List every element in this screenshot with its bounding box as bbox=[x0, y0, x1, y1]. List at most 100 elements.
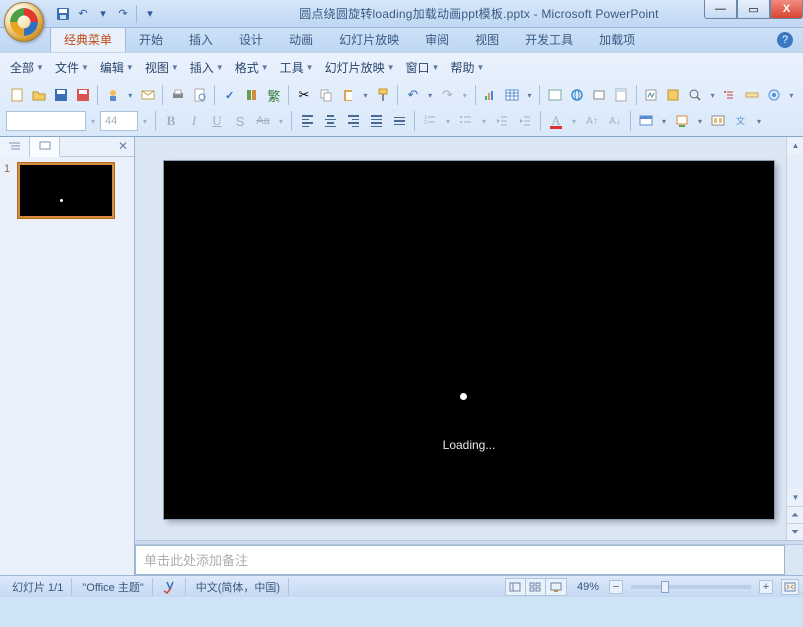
new-slide-button[interactable] bbox=[671, 110, 693, 132]
menu-window[interactable]: 窗口▼ bbox=[402, 57, 444, 78]
scroll-track[interactable] bbox=[787, 154, 803, 489]
ribbon-tab-review[interactable]: 审阅 bbox=[412, 27, 462, 52]
cut-button[interactable]: ✂ bbox=[293, 84, 314, 106]
copy-button[interactable] bbox=[315, 84, 336, 106]
undo-dropdown[interactable]: ▾ bbox=[424, 84, 436, 106]
qat-customize-dropdown[interactable]: ▾ bbox=[141, 5, 159, 23]
ribbon-tab-addins[interactable]: 加载项 bbox=[586, 27, 648, 52]
maximize-button[interactable]: ▭ bbox=[737, 0, 770, 19]
language-status[interactable]: 中文(简体，中国) bbox=[188, 578, 289, 596]
thesaurus-button[interactable]: 繁 bbox=[263, 84, 284, 106]
ribbon-tab-insert[interactable]: 插入 bbox=[176, 27, 226, 52]
menu-view[interactable]: 视图▼ bbox=[141, 57, 183, 78]
paste-dropdown[interactable]: ▾ bbox=[360, 84, 372, 106]
macros-button[interactable] bbox=[641, 84, 662, 106]
align-justify-button[interactable] bbox=[365, 110, 387, 132]
zoom-dropdown[interactable]: ▾ bbox=[707, 84, 719, 106]
print-button[interactable] bbox=[167, 84, 188, 106]
email-button[interactable] bbox=[137, 84, 158, 106]
menu-help[interactable]: 帮助▼ bbox=[446, 57, 488, 78]
menu-slideshow[interactable]: 幻灯片放映▼ bbox=[321, 57, 399, 78]
layout-button[interactable] bbox=[707, 110, 729, 132]
qat-save-button[interactable] bbox=[54, 5, 72, 23]
slide-counter[interactable]: 幻灯片 1/1 bbox=[4, 578, 72, 596]
new-button[interactable] bbox=[6, 84, 27, 106]
minimize-button[interactable]: — bbox=[704, 0, 737, 19]
close-button[interactable]: X bbox=[770, 0, 803, 19]
ribbon-tab-home[interactable]: 开始 bbox=[126, 27, 176, 52]
qat-undo-button[interactable]: ↶ bbox=[74, 5, 92, 23]
menu-all[interactable]: 全部▼ bbox=[6, 57, 48, 78]
numbering-button[interactable]: 12 bbox=[419, 110, 441, 132]
normal-view-button[interactable] bbox=[506, 579, 526, 595]
redo-button[interactable]: ↷ bbox=[437, 84, 458, 106]
slide-thumbnail[interactable]: 1 bbox=[4, 163, 130, 218]
scroll-up-button[interactable]: ▲ bbox=[787, 137, 803, 154]
ribbon-tab-view[interactable]: 视图 bbox=[462, 27, 512, 52]
table-draw-button[interactable] bbox=[544, 84, 565, 106]
char-spacing-button[interactable]: Aa bbox=[252, 110, 274, 132]
help-icon[interactable]: ? bbox=[777, 32, 793, 48]
align-right-button[interactable] bbox=[342, 110, 364, 132]
save-as-button[interactable] bbox=[72, 84, 93, 106]
zoom-percent[interactable]: 49% bbox=[569, 578, 607, 596]
prev-slide-button[interactable]: ⏶ bbox=[787, 506, 803, 523]
text-direction-button[interactable]: 文 bbox=[730, 110, 752, 132]
view-options-button[interactable] bbox=[764, 84, 785, 106]
slides-tab[interactable] bbox=[30, 137, 60, 157]
italic-button[interactable]: I bbox=[183, 110, 205, 132]
font-name-dropdown[interactable]: ▾ bbox=[87, 110, 99, 132]
print-preview-button[interactable] bbox=[189, 84, 210, 106]
scroll-down-button[interactable]: ▼ bbox=[787, 489, 803, 506]
menu-edit[interactable]: 编辑▼ bbox=[96, 57, 138, 78]
sorter-view-button[interactable] bbox=[526, 579, 546, 595]
open-button[interactable] bbox=[28, 84, 49, 106]
align-left-button[interactable] bbox=[296, 110, 318, 132]
bullets-button[interactable] bbox=[455, 110, 477, 132]
format-painter-button[interactable] bbox=[372, 84, 393, 106]
bold-button[interactable]: B bbox=[160, 110, 182, 132]
insert-table-button[interactable] bbox=[502, 84, 523, 106]
zoom-button[interactable] bbox=[685, 84, 706, 106]
insert-table-dropdown[interactable]: ▾ bbox=[524, 84, 536, 106]
zoom-out-button[interactable]: − bbox=[609, 580, 623, 594]
menu-file[interactable]: 文件▼ bbox=[51, 57, 93, 78]
office-button[interactable] bbox=[4, 2, 44, 42]
decrease-font-button[interactable]: A↓ bbox=[604, 110, 626, 132]
insert-chart-button[interactable] bbox=[480, 84, 501, 106]
font-size-dropdown[interactable]: ▾ bbox=[139, 110, 151, 132]
next-slide-button[interactable]: ⏷ bbox=[787, 523, 803, 540]
paste-button[interactable] bbox=[338, 84, 359, 106]
shadow-button[interactable]: S bbox=[229, 110, 251, 132]
increase-indent-button[interactable] bbox=[514, 110, 536, 132]
research-button[interactable] bbox=[241, 84, 262, 106]
fit-to-window-button[interactable] bbox=[781, 579, 799, 595]
font-name-combo[interactable] bbox=[6, 111, 86, 131]
zoom-slider[interactable] bbox=[631, 585, 751, 589]
vertical-scrollbar[interactable]: ▲ ▼ ⏶ ⏷ bbox=[786, 137, 803, 540]
distributed-button[interactable] bbox=[388, 110, 410, 132]
options-button[interactable] bbox=[719, 84, 740, 106]
ribbon-tab-developer[interactable]: 开发工具 bbox=[512, 27, 586, 52]
slide-canvas[interactable]: Loading... bbox=[164, 161, 774, 519]
font-color-dropdown[interactable]: ▾ bbox=[568, 110, 580, 132]
insert-header-button[interactable] bbox=[610, 84, 631, 106]
menu-format[interactable]: 格式▼ bbox=[231, 57, 273, 78]
ruler-button[interactable] bbox=[741, 84, 762, 106]
outline-tab[interactable] bbox=[0, 137, 30, 157]
ribbon-tab-classic-menu[interactable]: 经典菜单 bbox=[50, 26, 126, 52]
pane-close-button[interactable]: ✕ bbox=[112, 137, 134, 156]
permission-dropdown[interactable]: ▾ bbox=[124, 84, 136, 106]
font-size-combo[interactable]: 44 bbox=[100, 111, 138, 131]
theme-name[interactable]: "Office 主题" bbox=[74, 578, 152, 596]
underline-button[interactable]: U bbox=[206, 110, 228, 132]
insert-hyperlink-button[interactable] bbox=[566, 84, 587, 106]
ribbon-tab-animations[interactable]: 动画 bbox=[276, 27, 326, 52]
menu-tools[interactable]: 工具▼ bbox=[276, 57, 318, 78]
align-center-button[interactable] bbox=[319, 110, 341, 132]
spell-check-status[interactable] bbox=[155, 578, 186, 596]
permission-button[interactable] bbox=[102, 84, 123, 106]
qat-undo-dropdown[interactable]: ▾ bbox=[94, 5, 112, 23]
menu-insert[interactable]: 插入▼ bbox=[186, 57, 228, 78]
design-button[interactable] bbox=[635, 110, 657, 132]
